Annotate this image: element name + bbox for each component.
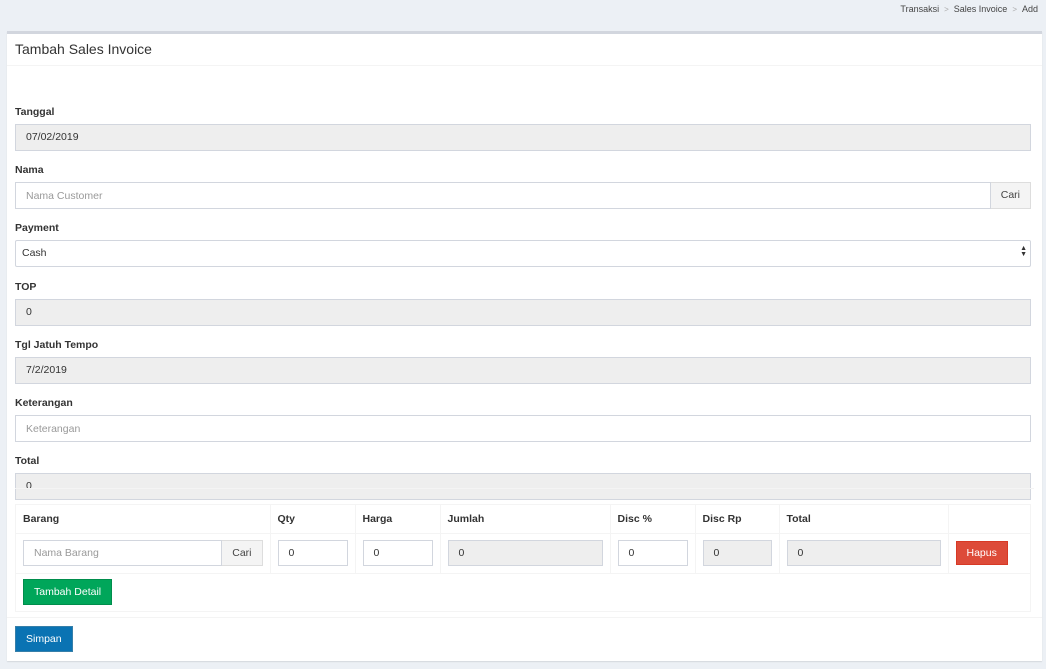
harga-input[interactable]: 0 xyxy=(362,540,433,566)
cell-disc-rp: 0 xyxy=(694,532,779,573)
cell-add-detail: Tambah Detail xyxy=(16,572,1030,611)
detail-table-box: Barang Qty Harga Jumlah Disc % Disc Rp T… xyxy=(15,504,1031,612)
detail-header-row: Barang Qty Harga Jumlah Disc % Disc Rp T… xyxy=(16,505,1030,534)
breadcrumb: Transaksi > Sales Invoice > Add xyxy=(900,4,1038,14)
payment-select-value[interactable]: Cash xyxy=(15,240,1031,267)
invoice-form-box: Tambah Sales Invoice Tanggal 07/02/2019 … xyxy=(7,31,1042,661)
cell-qty: 0 xyxy=(269,532,355,573)
nama-input-group: Cari xyxy=(15,182,1031,209)
header-harga: Harga xyxy=(354,505,440,534)
nama-group: Nama Cari xyxy=(15,164,1031,209)
payment-label: Payment xyxy=(15,222,59,234)
detail-add-row: Tambah Detail xyxy=(16,572,1030,611)
jatuh-tempo-label: Tgl Jatuh Tempo xyxy=(15,339,99,351)
simpan-button[interactable]: Simpan xyxy=(15,626,73,652)
tanggal-field[interactable]: 07/02/2019 xyxy=(15,124,1031,151)
header-qty: Qty xyxy=(269,505,355,534)
header-barang: Barang xyxy=(16,505,270,534)
cell-action: Hapus xyxy=(947,532,1030,573)
jatuh-tempo-group: Tgl Jatuh Tempo 7/2/2019 xyxy=(15,339,1031,384)
cari-barang-button[interactable]: Cari xyxy=(222,540,263,566)
nama-label: Nama xyxy=(15,164,44,176)
divider xyxy=(15,488,1034,489)
jatuh-tempo-field[interactable]: 7/2/2019 xyxy=(15,357,1031,384)
page-title: Tambah Sales Invoice xyxy=(15,41,152,57)
nama-barang-input[interactable] xyxy=(23,540,223,566)
detail-table: Barang Qty Harga Jumlah Disc % Disc Rp T… xyxy=(16,505,1030,611)
keterangan-input[interactable] xyxy=(15,415,1031,442)
box-header: Tambah Sales Invoice xyxy=(7,34,1042,66)
tanggal-group: Tanggal 07/02/2019 xyxy=(15,106,1031,151)
payment-select[interactable]: Cash ▲ ▼ xyxy=(15,240,1031,267)
keterangan-label: Keterangan xyxy=(15,397,73,409)
top-group: TOP 0 xyxy=(15,281,1031,326)
payment-group: Payment Cash ▲ ▼ xyxy=(15,222,1031,267)
top-label: TOP xyxy=(15,281,37,293)
row-total-field[interactable]: 0 xyxy=(786,540,941,566)
tanggal-label: Tanggal xyxy=(15,106,55,118)
select-arrows-icon: ▲ ▼ xyxy=(1020,245,1027,258)
header-total: Total xyxy=(778,505,948,534)
breadcrumb-separator-icon: > xyxy=(944,4,949,14)
header-disc-rp: Disc Rp xyxy=(694,505,779,534)
keterangan-group: Keterangan xyxy=(15,397,1031,442)
breadcrumb-sales-invoice[interactable]: Sales Invoice xyxy=(954,4,1008,14)
top-field[interactable]: 0 xyxy=(15,299,1031,326)
tambah-detail-button[interactable]: Tambah Detail xyxy=(23,579,113,606)
cell-total: 0 xyxy=(778,532,948,573)
barang-input-group: Cari xyxy=(23,540,263,566)
total-field[interactable]: 0 xyxy=(15,473,1031,500)
header-jumlah: Jumlah xyxy=(439,505,610,534)
cell-jumlah: 0 xyxy=(439,532,610,573)
cari-customer-button[interactable]: Cari xyxy=(990,182,1031,209)
breadcrumb-transaksi[interactable]: Transaksi xyxy=(900,4,939,14)
cell-barang: Cari xyxy=(16,532,270,573)
total-group: Total 0 xyxy=(15,455,1031,500)
total-label: Total xyxy=(15,455,40,467)
header-disc-pct: Disc % xyxy=(609,505,695,534)
qty-input[interactable]: 0 xyxy=(277,540,348,566)
box-footer: Simpan xyxy=(7,617,1042,661)
hapus-button[interactable]: Hapus xyxy=(955,541,1008,565)
disc-pct-input[interactable]: 0 xyxy=(617,540,688,566)
header-action xyxy=(947,505,1030,534)
breadcrumb-separator-icon: > xyxy=(1012,4,1017,14)
table-row: Cari 0 0 0 0 0 xyxy=(16,532,1030,573)
disc-rp-field[interactable]: 0 xyxy=(702,540,772,566)
cell-disc-pct: 0 xyxy=(609,532,695,573)
breadcrumb-add: Add xyxy=(1021,4,1038,14)
nama-customer-input[interactable] xyxy=(15,182,991,209)
jumlah-field[interactable]: 0 xyxy=(447,540,603,566)
cell-harga: 0 xyxy=(354,532,440,573)
